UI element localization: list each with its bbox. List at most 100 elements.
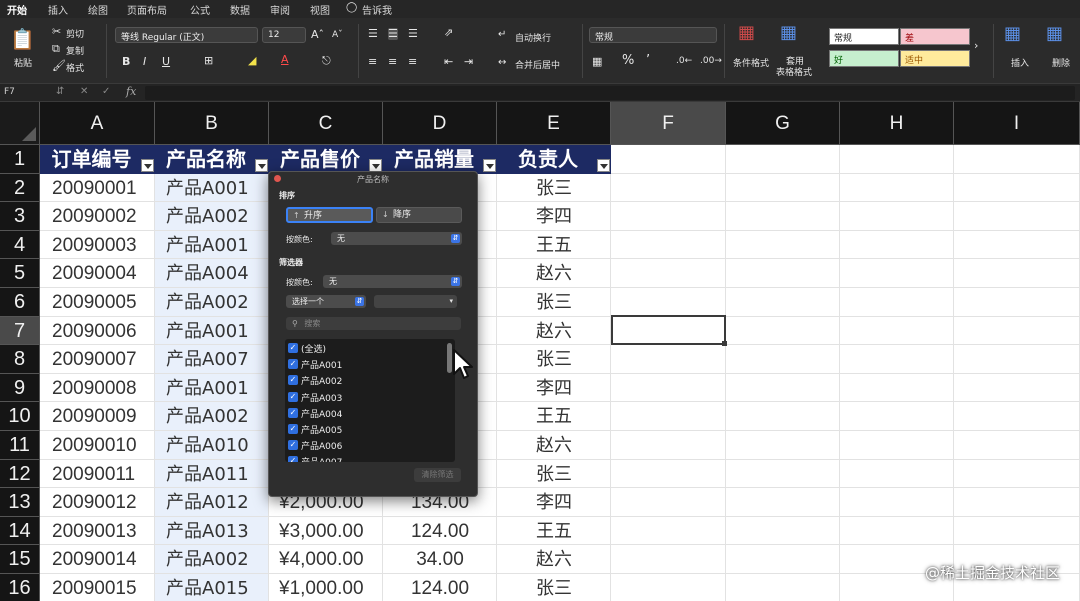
row-header-2[interactable]: 2 xyxy=(0,173,40,203)
table-cell[interactable]: 20090012 xyxy=(52,488,155,517)
table-cell[interactable]: 产品A001 xyxy=(166,374,269,403)
insert-button[interactable]: 插入 xyxy=(1011,56,1029,69)
filter-dropdown-button[interactable] xyxy=(597,158,610,172)
table-cell[interactable]: 张三 xyxy=(497,288,611,317)
style-normal[interactable]: 常规 xyxy=(829,28,899,45)
style-bad[interactable]: 差 xyxy=(900,28,970,45)
tab-tell-me[interactable]: 告诉我 xyxy=(362,2,392,17)
indent-increase-icon[interactable]: ⇥ xyxy=(464,56,473,68)
clear-format-icon[interactable]: ⎋ xyxy=(322,55,331,67)
table-cell[interactable]: 20090001 xyxy=(52,174,155,203)
table-cell[interactable]: 产品A007 xyxy=(166,345,269,374)
name-box[interactable]: F7 xyxy=(4,87,15,97)
table-cell[interactable]: 产品A015 xyxy=(166,574,269,601)
fill-color-icon[interactable]: ◢ xyxy=(248,55,256,67)
header-cell[interactable]: 产品销量 xyxy=(383,145,497,174)
column-header-f[interactable]: F xyxy=(611,102,726,145)
checkbox-checked-icon[interactable]: ✓ xyxy=(288,456,298,462)
tab-home[interactable]: 开始 xyxy=(7,2,27,20)
table-cell[interactable]: 124.00 xyxy=(383,574,497,601)
accounting-format-icon[interactable]: ▦ xyxy=(592,56,602,68)
wrap-text-button[interactable]: 自动换行 xyxy=(515,31,551,44)
table-cell[interactable]: 20090006 xyxy=(52,317,155,346)
table-cell[interactable]: 20090009 xyxy=(52,402,155,431)
column-header-h[interactable]: H xyxy=(840,102,954,145)
clear-filter-button[interactable]: 清除筛选 xyxy=(414,468,461,482)
font-size-select[interactable]: 12 xyxy=(262,27,306,43)
checkbox-checked-icon[interactable]: ✓ xyxy=(288,359,298,370)
filter-list-item[interactable]: ✓ 产品A002 xyxy=(288,374,342,387)
table-cell[interactable]: 20090008 xyxy=(52,374,155,403)
align-right-icon[interactable]: ≡ xyxy=(408,56,417,68)
column-header-e[interactable]: E xyxy=(497,102,611,145)
table-format-label-2[interactable]: 表格格式 xyxy=(776,65,812,78)
table-cell[interactable]: 产品A002 xyxy=(166,402,269,431)
table-cell[interactable]: 20090003 xyxy=(52,231,155,260)
column-header-c[interactable]: C xyxy=(269,102,383,145)
checkbox-checked-icon[interactable]: ✓ xyxy=(288,343,298,353)
function-icon[interactable]: fx xyxy=(126,85,136,98)
column-header-d[interactable]: D xyxy=(383,102,497,145)
conditional-format-button[interactable]: 条件格式 xyxy=(733,56,769,69)
table-cell[interactable]: 赵六 xyxy=(497,317,611,346)
sort-color-select[interactable]: 无 ⇵ xyxy=(331,232,462,245)
delete-button[interactable]: 删除 xyxy=(1052,56,1070,69)
checkbox-checked-icon[interactable]: ✓ xyxy=(288,391,298,402)
row-header-3[interactable]: 3 xyxy=(0,202,40,231)
filter-dropdown-button[interactable] xyxy=(255,158,268,172)
column-header-a[interactable]: A xyxy=(40,102,155,145)
column-header-i[interactable]: I xyxy=(954,102,1080,145)
italic-icon[interactable]: I xyxy=(143,56,146,68)
table-cell[interactable]: 20090015 xyxy=(52,574,155,601)
increase-font-icon[interactable]: Aˆ xyxy=(311,29,324,41)
align-middle-icon[interactable]: ☰ xyxy=(388,28,398,40)
row-header-1[interactable]: 1 xyxy=(0,145,40,174)
row-header-11[interactable]: 11 xyxy=(0,431,40,460)
table-cell[interactable]: 产品A004 xyxy=(166,259,269,288)
decrease-font-icon[interactable]: Aˇ xyxy=(332,29,343,41)
table-cell[interactable]: 20090014 xyxy=(52,545,155,574)
filter-list-item[interactable]: ✓ (全选) xyxy=(288,342,326,355)
row-header-4[interactable]: 4 xyxy=(0,230,40,260)
table-cell[interactable]: 赵六 xyxy=(497,259,611,288)
table-cell[interactable]: 赵六 xyxy=(497,545,611,574)
table-cell[interactable]: 20090013 xyxy=(52,517,155,546)
enter-icon[interactable]: ✓ xyxy=(102,86,110,97)
chevron-right-icon[interactable]: › xyxy=(974,40,978,52)
select-all-button[interactable] xyxy=(0,102,40,145)
comma-style-icon[interactable]: ’ xyxy=(646,54,650,67)
number-format-select[interactable]: 常规 xyxy=(589,27,717,43)
style-neutral[interactable]: 适中 xyxy=(900,50,970,67)
checkbox-checked-icon[interactable]: ✓ xyxy=(288,440,298,451)
row-header-12[interactable]: 12 xyxy=(0,459,40,489)
table-cell[interactable]: 王五 xyxy=(497,231,611,260)
tab-page-layout[interactable]: 页面布局 xyxy=(127,2,167,17)
tab-insert[interactable]: 插入 xyxy=(48,2,68,17)
formula-input[interactable] xyxy=(145,86,1075,100)
align-bottom-icon[interactable]: ☰ xyxy=(408,28,418,40)
table-cell[interactable]: 李四 xyxy=(497,202,611,231)
row-header-9[interactable]: 9 xyxy=(0,373,40,403)
table-cell[interactable]: 产品A012 xyxy=(166,488,269,517)
header-cell[interactable]: 订单编号 xyxy=(40,145,155,174)
table-cell[interactable]: 产品A013 xyxy=(166,517,269,546)
bold-icon[interactable]: B xyxy=(122,56,130,68)
row-header-16[interactable]: 16 xyxy=(0,574,40,601)
table-cell[interactable]: 王五 xyxy=(497,517,611,546)
header-cell[interactable]: 产品售价 xyxy=(269,145,383,174)
tab-draw[interactable]: 绘图 xyxy=(88,2,108,17)
row-header-7[interactable]: 7 xyxy=(0,316,40,346)
filter-list-item[interactable]: ✓产品A007 xyxy=(288,455,342,462)
table-cell[interactable]: 张三 xyxy=(497,574,611,601)
search-input[interactable]: ⚲ 搜索 xyxy=(286,317,461,330)
table-cell[interactable]: 20090005 xyxy=(52,288,155,317)
table-cell[interactable]: ¥4,000.00 xyxy=(279,545,383,574)
indent-decrease-icon[interactable]: ⇤ xyxy=(444,56,453,68)
sort-descending-button[interactable]: ↓ 降序 xyxy=(376,207,462,223)
table-cell[interactable]: 20090004 xyxy=(52,259,155,288)
cancel-icon[interactable]: ✕ xyxy=(80,86,88,97)
align-left-icon[interactable]: ≡ xyxy=(368,56,377,68)
name-box-stepper-icon[interactable]: ⇵ xyxy=(56,86,64,97)
row-header-15[interactable]: 15 xyxy=(0,545,40,574)
underline-icon[interactable]: U xyxy=(162,56,170,68)
